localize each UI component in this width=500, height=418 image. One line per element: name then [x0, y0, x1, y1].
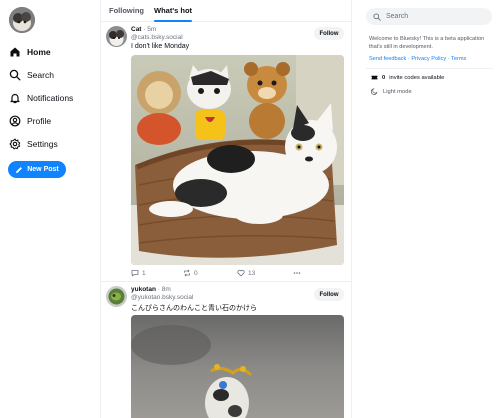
invite-codes[interactable]: 0 invite codes available [371, 74, 444, 81]
post-text: I don't like Monday [131, 43, 190, 50]
post-author-name[interactable]: Cat [131, 26, 141, 33]
repost-count: 0 [194, 269, 198, 277]
post-author-name[interactable]: yukotan [131, 286, 156, 293]
pencil-icon [16, 166, 23, 173]
feed-post[interactable]: yukotan · 8m @yukotan.bsky.social Follow… [101, 283, 351, 418]
post-author-handle: @yukotan.bsky.social [131, 294, 194, 301]
new-post-button[interactable]: New Post [8, 161, 66, 178]
divider [366, 68, 493, 69]
invite-count: 0 [382, 74, 386, 81]
send-feedback-link[interactable]: Send feedback [369, 56, 406, 62]
gear-icon [9, 138, 21, 150]
post-timestamp: · 5m [143, 26, 157, 33]
post-timestamp: · 8m [157, 286, 171, 293]
footer-links: Send feedback · Privacy Policy · Terms [369, 56, 466, 62]
nav-home-label: Home [27, 47, 51, 57]
post-image[interactable] [131, 315, 344, 418]
bell-icon [10, 93, 20, 104]
ticket-icon [371, 75, 378, 80]
post-photo [131, 315, 344, 418]
nav-profile[interactable]: Profile [9, 112, 51, 130]
nav-search-label: Search [27, 70, 54, 80]
tab-following[interactable]: Following [109, 0, 144, 22]
search-icon [373, 12, 381, 21]
follow-button[interactable]: Follow [314, 27, 344, 40]
reply-button[interactable]: 1 [131, 269, 146, 277]
right-panel: Search Welcome to Bluesky! This is a bet… [352, 0, 500, 418]
repost-button[interactable]: 0 [183, 269, 198, 277]
light-mode-toggle[interactable]: Light mode [371, 88, 412, 95]
light-mode-label: Light mode [383, 88, 412, 95]
feed-tabs: Following What's hot [101, 0, 351, 22]
nav-settings-label: Settings [27, 139, 58, 149]
nav-settings[interactable]: Settings [9, 135, 58, 153]
link-separator: · [407, 56, 410, 62]
profile-icon [9, 115, 21, 127]
post-image[interactable] [131, 55, 344, 265]
post-header: Cat · 5m [131, 26, 156, 33]
search-placeholder: Search [386, 13, 409, 20]
tab-whats-hot[interactable]: What's hot [154, 0, 193, 22]
nav-profile-label: Profile [27, 116, 52, 126]
more-options-button[interactable] [293, 269, 301, 277]
post-actions: 1 0 13 [131, 269, 311, 279]
nav-notifications[interactable]: Notifications [9, 89, 73, 107]
heart-icon [237, 269, 245, 277]
post-author-handle: @cats.bsky.social [131, 34, 183, 41]
feed: Following What's hot Cat · 5m @cats.bsky… [100, 0, 352, 418]
nav-search[interactable]: Search [9, 66, 54, 84]
reply-icon [131, 270, 139, 277]
repost-icon [184, 269, 190, 277]
search-input[interactable]: Search [366, 8, 492, 25]
like-button[interactable]: 13 [237, 269, 255, 277]
welcome-text: Welcome to Bluesky! This is a beta appli… [369, 36, 485, 50]
nav-home[interactable]: Home [9, 43, 51, 61]
follow-button[interactable]: Follow [314, 288, 344, 301]
user-avatar[interactable] [9, 7, 35, 33]
left-sidebar: Home Search Notifications Profile Settin… [0, 0, 100, 418]
privacy-policy-link[interactable]: Privacy Policy [411, 56, 446, 62]
search-icon [9, 69, 21, 81]
terms-link[interactable]: Terms [451, 56, 466, 62]
invite-text: invite codes available [389, 74, 445, 81]
nav-notifications-label: Notifications [27, 93, 74, 103]
home-icon [10, 47, 20, 57]
post-header: yukotan · 8m [131, 286, 171, 293]
post-text: こんぴらさんのわんこと青い石のかけら [131, 305, 257, 312]
post-author-avatar[interactable] [106, 26, 127, 47]
reply-count: 1 [142, 269, 146, 277]
link-separator: · [447, 56, 450, 62]
post-divider [101, 281, 351, 282]
more-icon [293, 272, 301, 274]
post-author-avatar[interactable] [106, 286, 127, 307]
like-count: 13 [248, 269, 256, 277]
moon-icon [371, 88, 378, 95]
post-photo [131, 55, 344, 265]
new-post-label: New Post [27, 166, 59, 173]
feed-post[interactable]: Cat · 5m @cats.bsky.social Follow I don'… [101, 23, 351, 281]
